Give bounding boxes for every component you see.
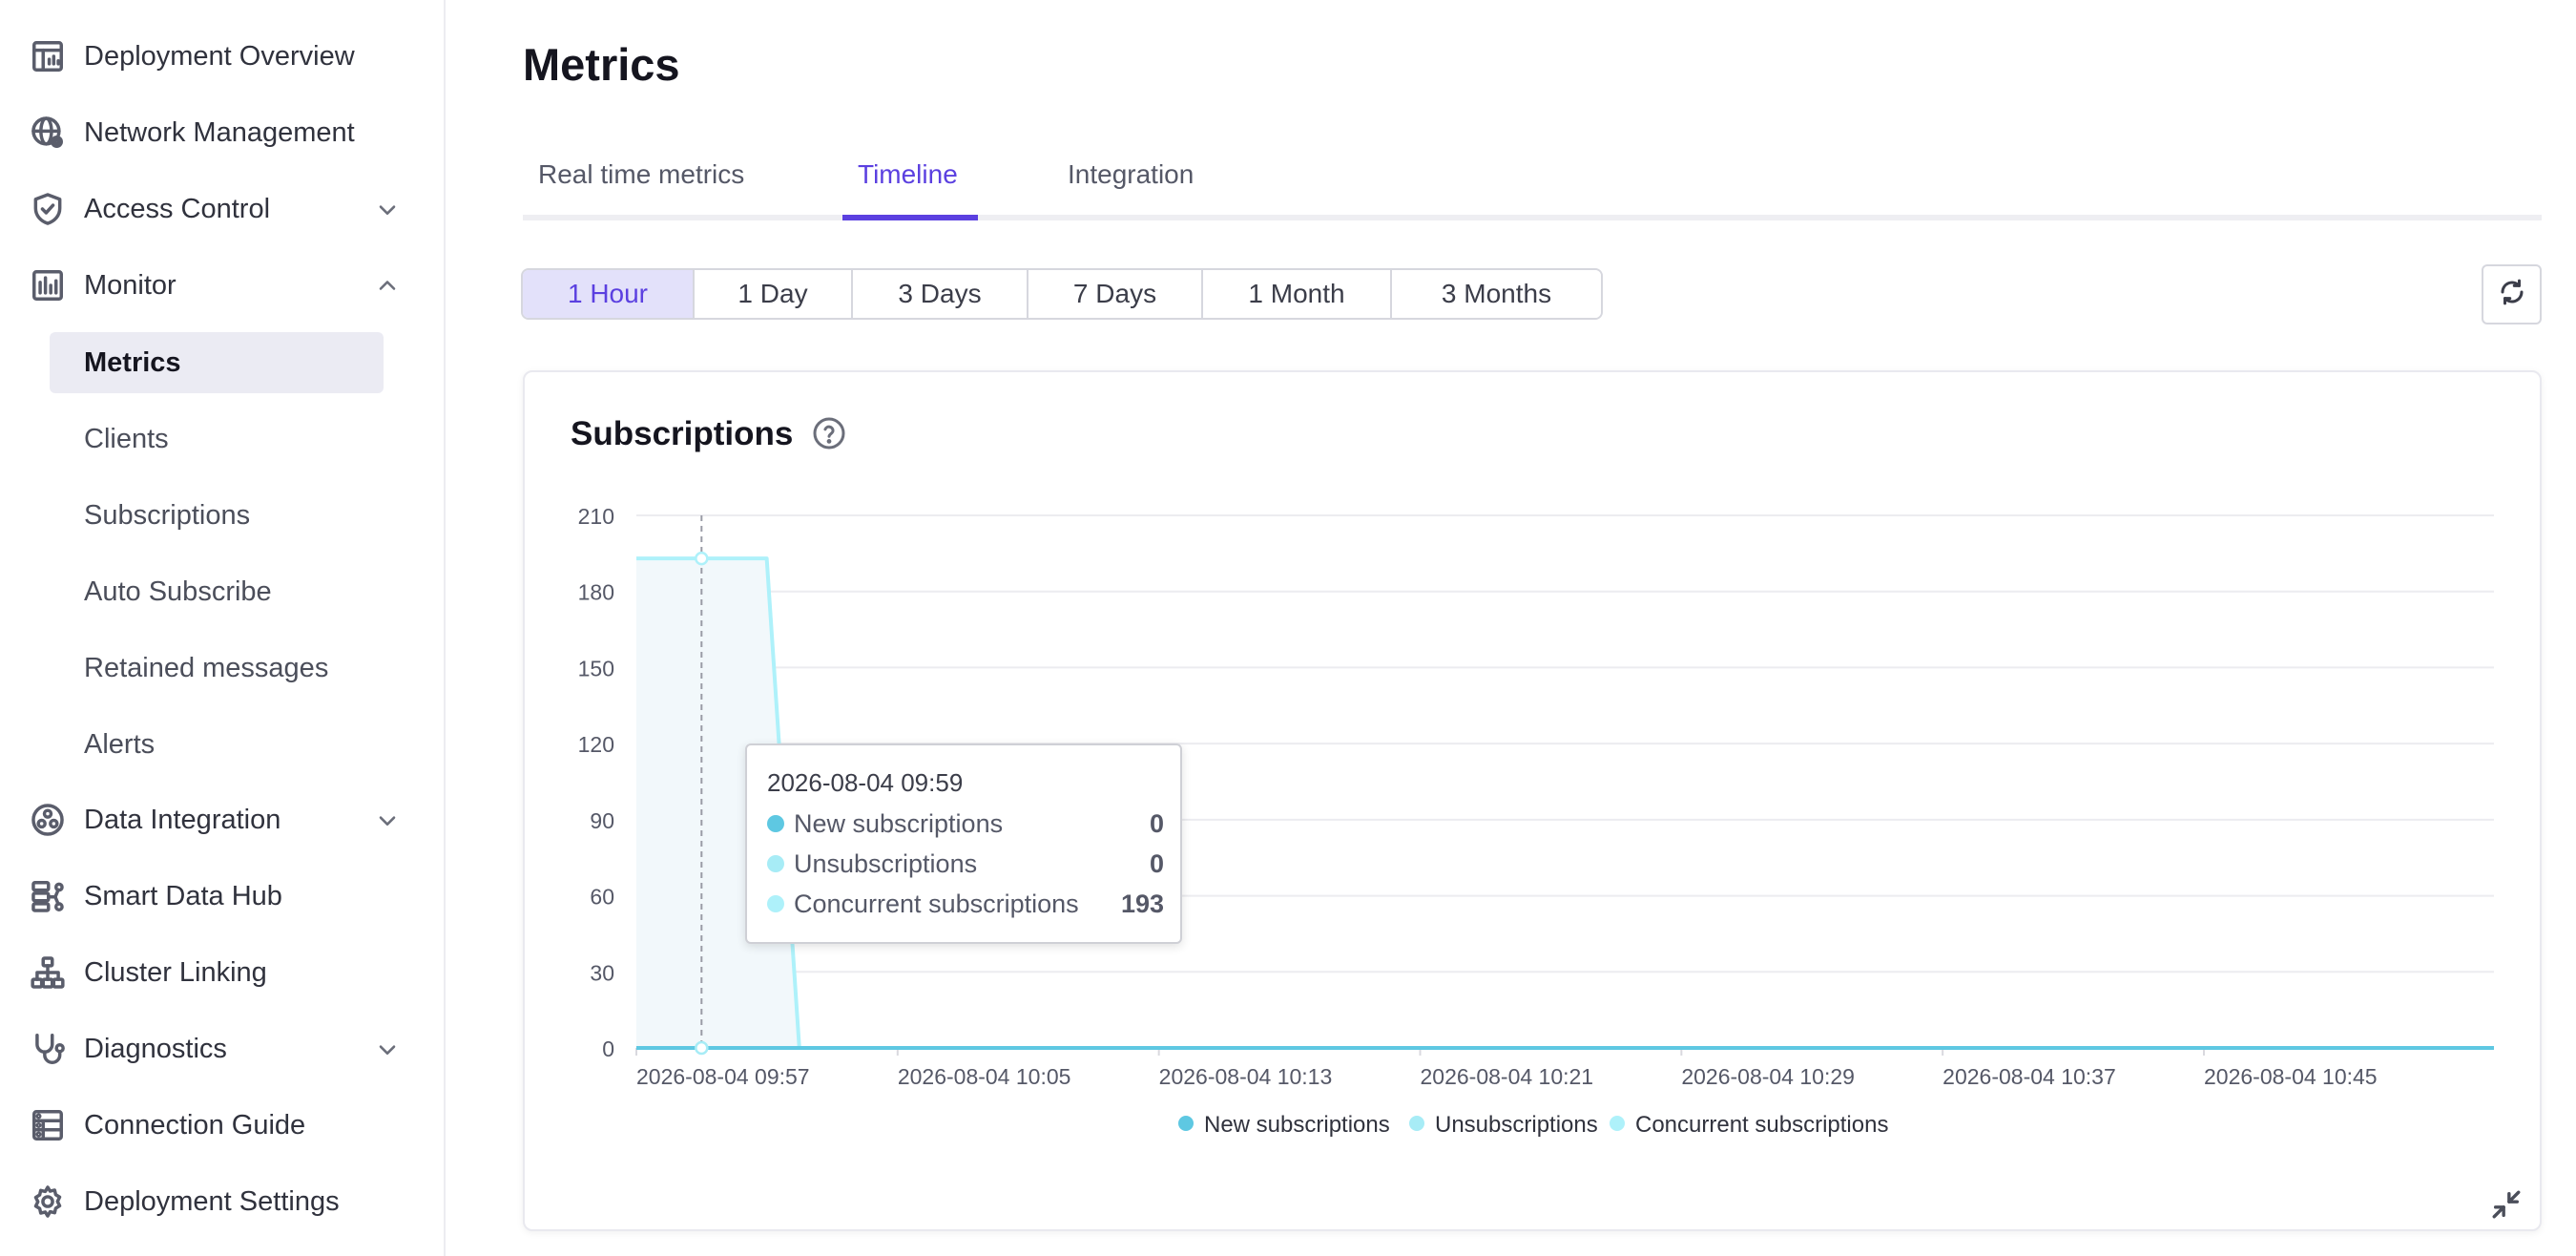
tooltip-dot xyxy=(767,855,784,872)
tooltip-series-value: 0 xyxy=(1149,808,1164,838)
tooltip-time: 2026-08-04 09:59 xyxy=(767,768,964,797)
tooltip-dot xyxy=(767,815,784,832)
tooltip-dot xyxy=(767,895,784,912)
legend-marker xyxy=(1409,1116,1424,1131)
y-tick-label: 90 xyxy=(590,808,614,833)
y-tick-label: 150 xyxy=(578,656,614,680)
x-tick-label: 2026-08-04 10:29 xyxy=(1681,1064,1855,1089)
x-tick-label: 2026-08-04 09:57 xyxy=(636,1064,810,1089)
tooltip-row: Concurrent subscriptions 193 xyxy=(767,890,1164,918)
hover-point xyxy=(695,1040,709,1056)
y-tick-label: 180 xyxy=(578,580,614,605)
legend-marker xyxy=(1178,1116,1194,1131)
tooltip-series-name: New subscriptions xyxy=(794,808,1004,838)
tooltip-row: Unsubscriptions 0 xyxy=(767,849,1164,878)
subscriptions-chart: 0 30 60 90 120 150 180 210 2026-08-04 09:57 2026-… xyxy=(578,504,2494,1138)
tooltip-series-value: 0 xyxy=(1149,848,1164,878)
y-tick-label: 60 xyxy=(590,885,614,910)
tooltip-series-name: Concurrent subscriptions xyxy=(794,889,1079,918)
y-tick-label: 30 xyxy=(590,960,614,985)
y-tick-label: 0 xyxy=(602,1036,614,1061)
y-tick-label: 210 xyxy=(578,504,614,529)
x-tick-label: 2026-08-04 10:37 xyxy=(1942,1064,2116,1089)
tooltip-series-name: Unsubscriptions xyxy=(794,848,978,878)
legend-label: Unsubscriptions xyxy=(1435,1112,1598,1138)
legend-marker xyxy=(1610,1116,1625,1131)
y-tick-label: 120 xyxy=(578,732,614,757)
chart-tooltip: 2026-08-04 09:59 New subscriptions 0 Uns… xyxy=(745,743,1182,944)
x-tick-label: 2026-08-04 10:45 xyxy=(2204,1064,2378,1089)
x-tick-label: 2026-08-04 10:13 xyxy=(1159,1064,1333,1089)
x-tick-label: 2026-08-04 10:05 xyxy=(898,1064,1071,1089)
legend-label: New subscriptions xyxy=(1204,1112,1390,1138)
x-tick-label: 2026-08-04 10:21 xyxy=(1421,1064,1594,1089)
tooltip-row: New subscriptions 0 xyxy=(767,809,1164,838)
hover-point xyxy=(695,551,709,566)
tooltip-series-value: 193 xyxy=(1120,889,1164,918)
legend-label: Concurrent subscriptions xyxy=(1635,1112,1888,1138)
